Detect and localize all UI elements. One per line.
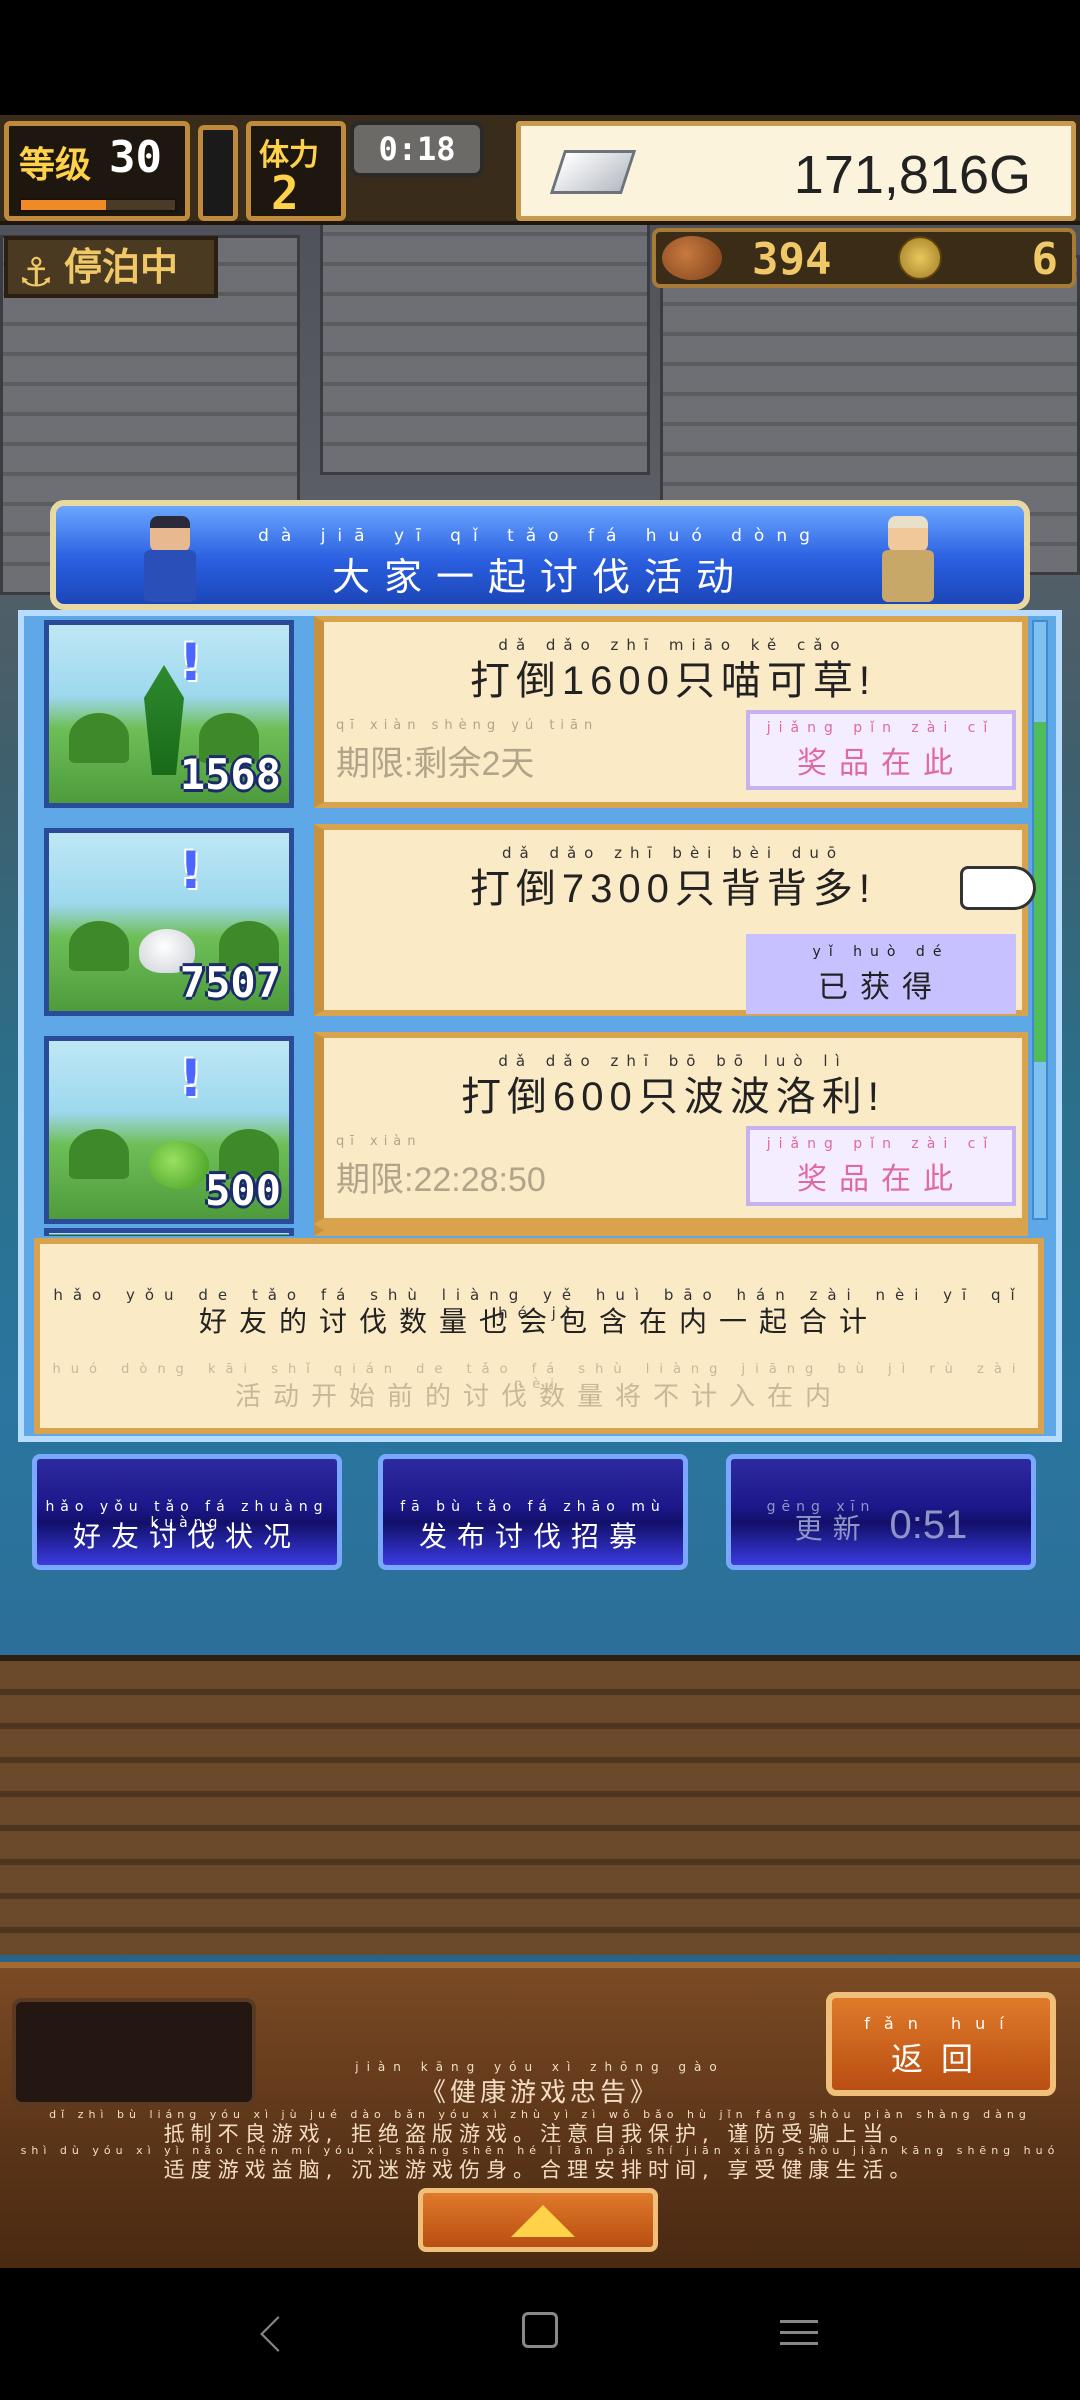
- nav-menu-icon[interactable]: [780, 2312, 824, 2356]
- resource-bar: 394 6: [652, 228, 1076, 288]
- received-button-pinyin: yǐ huò dé: [812, 944, 950, 960]
- quest-row[interactable]: ! 1568 dǎ dǎo zhī miāo kě cǎo 打倒1600只喵可草…: [38, 616, 1038, 812]
- refresh-label: 更新: [794, 1512, 871, 1545]
- coin-value: 6: [1031, 234, 1059, 285]
- nav-back-icon[interactable]: [260, 2316, 296, 2352]
- friend-status-button[interactable]: hǎo yǒu tǎo fá zhuàng kuàng 好友讨伐状况: [32, 1454, 342, 1570]
- event-notice: hǎo yǒu de tǎo fá shù liàng yě huì bāo h…: [34, 1238, 1044, 1434]
- notice-line1: 好友的讨伐数量也会包含在内一起合计: [198, 1305, 879, 1338]
- quest-progress-count: 7507: [179, 958, 281, 1007]
- quest-card: dǎ dǎo zhī bèi bèi duō 打倒7300只背背多! yǐ hu…: [314, 824, 1028, 1016]
- system-navigation-bar: [0, 2268, 1080, 2400]
- meat-icon: [662, 236, 722, 280]
- quest-progress-count: 1568: [179, 750, 281, 799]
- experience-bar: [19, 198, 177, 212]
- recruit-label: 发布讨伐招募: [418, 1520, 647, 1553]
- recruit-button[interactable]: fā bù tǎo fá zhāo mù 发布讨伐招募: [378, 1454, 688, 1570]
- deadline-pinyin: qī xiàn: [336, 1134, 422, 1149]
- top-hud: 等级 30 体力 2 0:18 171,816G: [0, 115, 1080, 225]
- anchor-icon: ⚓: [18, 250, 54, 296]
- experience-fill: [21, 200, 106, 210]
- hand-pointer-icon: [960, 866, 1036, 910]
- quest-deadline: 期限:22:28:50: [336, 1161, 546, 1199]
- stamina-panel: 体力 2: [246, 121, 346, 221]
- health-advisory-line2: 适度游戏益脑, 沉迷游戏伤身。合理安排时间, 享受健康生活。: [163, 2158, 917, 2182]
- stamina-timer: 0:18: [350, 121, 484, 177]
- prize-button-label: 奖品在此: [797, 746, 965, 781]
- alert-icon: !: [179, 1049, 203, 1109]
- friend-status-label: 好友讨伐状况: [72, 1520, 301, 1553]
- refresh-timer: 0:51: [889, 1503, 968, 1547]
- prize-button-label: 奖品在此: [797, 1162, 965, 1197]
- grass-monster-icon: [144, 665, 184, 775]
- up-arrow-icon: [511, 2205, 575, 2237]
- alert-icon: !: [179, 841, 203, 901]
- money-panel: 171,816G: [516, 121, 1076, 221]
- money-value: 171,816G: [793, 145, 1031, 205]
- docked-status-label: 停泊中: [64, 245, 179, 289]
- stamina-value: 2: [271, 166, 299, 220]
- quest-row[interactable]: ! 500 dǎ dǎo zhī bō bō luò lì 打倒600只波波洛利…: [38, 1032, 1038, 1228]
- coin-icon: [898, 236, 942, 280]
- quest-text: 打倒600只波波洛利!: [461, 1075, 885, 1119]
- quest-progress-count: 500: [205, 1166, 281, 1215]
- quest-row-partial: [38, 1224, 1038, 1236]
- quest-card: dǎ dǎo zhī miāo kě cǎo 打倒1600只喵可草! qī xi…: [314, 616, 1028, 808]
- prize-button[interactable]: jiǎng pǐn zài cǐ 奖品在此: [746, 710, 1016, 790]
- level-panel: 等级 30: [4, 121, 190, 221]
- back-button-pinyin: fǎn huí: [864, 2014, 1018, 2033]
- health-advisory-title: 《健康游戏忠告》: [419, 2078, 660, 2108]
- silver-ingot-icon: [549, 150, 637, 194]
- prize-button-pinyin: jiǎng pǐn zài cǐ: [766, 720, 996, 736]
- scrollbar-thumb[interactable]: [1034, 722, 1046, 1062]
- slime-monster-icon: [149, 1141, 209, 1189]
- event-header: dà jiā yī qǐ tǎo fá huó dòng 大家一起讨伐活动: [50, 500, 1030, 610]
- explorer-character-icon: [874, 510, 944, 606]
- expand-menu-button[interactable]: [418, 2188, 658, 2252]
- prize-button[interactable]: jiǎng pǐn zài cǐ 奖品在此: [746, 1126, 1016, 1206]
- docked-status-badge[interactable]: ⚓ 停泊中: [4, 236, 218, 298]
- prize-button-pinyin: jiǎng pǐn zài cǐ: [766, 1136, 996, 1152]
- quest-deadline: 期限:剩余2天: [336, 745, 535, 783]
- bottom-panel: fǎn huí 返回 jiàn kāng yóu xì zhōng gào 《健…: [0, 1962, 1080, 2268]
- quest-list-scrollbar[interactable]: [1032, 620, 1048, 1220]
- level-label: 等级: [19, 145, 92, 186]
- quest-thumbnail: ! 500: [44, 1036, 294, 1224]
- ship-hull: [0, 1655, 1080, 1955]
- quest-text: 打倒7300只背背多!: [469, 867, 877, 911]
- nav-home-icon[interactable]: [522, 2312, 558, 2348]
- received-button[interactable]: yǐ huò dé 已获得: [746, 934, 1016, 1014]
- alert-icon: !: [179, 633, 203, 693]
- refresh-button[interactable]: gēng xīn 更新 0:51: [726, 1454, 1036, 1570]
- quest-thumbnail: ! 1568: [44, 620, 294, 808]
- event-panel: ! 1568 dǎ dǎo zhī miāo kě cǎo 打倒1600只喵可草…: [18, 610, 1062, 1442]
- vertical-gauge: [198, 125, 238, 221]
- meat-value: 394: [752, 234, 832, 285]
- level-value: 30: [109, 132, 162, 183]
- quest-row[interactable]: ! 7507 dǎ dǎo zhī bèi bèi duō 打倒7300只背背多…: [38, 824, 1038, 1020]
- quest-thumbnail: ! 7507: [44, 828, 294, 1016]
- quest-text: 打倒1600只喵可草!: [469, 659, 877, 703]
- quest-card: dǎ dǎo zhī bō bō luò lì 打倒600只波波洛利! qī x…: [314, 1032, 1028, 1224]
- notice-line2: 活动开始前的讨伐数量将不计入在内: [234, 1382, 843, 1412]
- recruit-pinyin: fā bù tǎo fá zhāo mù: [400, 1499, 666, 1515]
- received-button-label: 已获得: [818, 970, 944, 1005]
- deadline-pinyin: qī xiàn shèng yú tiān: [336, 718, 599, 733]
